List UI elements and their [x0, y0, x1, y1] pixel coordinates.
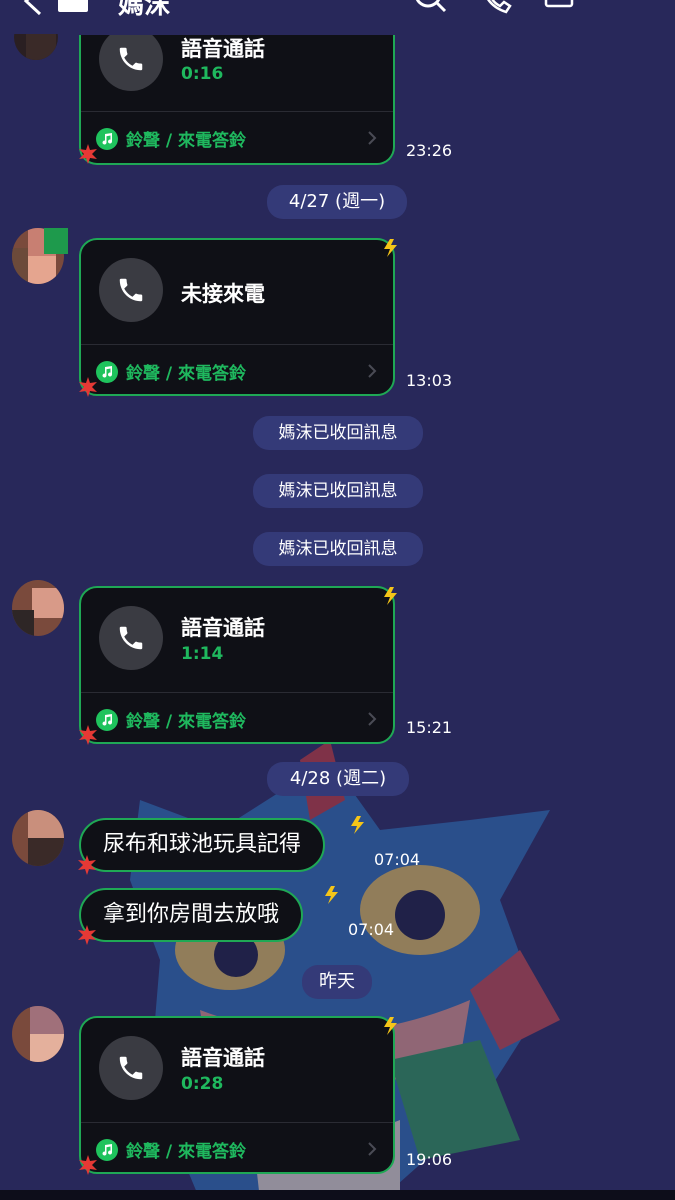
system-notice: 媽沫已收回訊息 [253, 416, 423, 450]
voice-call-card[interactable]: 語音通話 1:14 鈴聲 / 來電答鈴 [79, 586, 397, 745]
contact-avatar[interactable] [12, 810, 64, 866]
music-note-icon [102, 132, 113, 145]
chevron-right-icon [368, 712, 377, 726]
music-note-icon [102, 713, 113, 726]
call-duration: 0:28 [181, 1074, 224, 1094]
contact-avatar[interactable] [12, 1006, 64, 1062]
ringtone-link[interactable]: 鈴聲 / 來電答鈴 [96, 1137, 246, 1162]
call-duration: 1:14 [181, 644, 224, 664]
contact-avatar-icon[interactable] [56, 0, 90, 16]
chat-title[interactable]: 媽沫 [118, 0, 170, 21]
phone-icon [119, 278, 143, 302]
sticker-badge-icon [78, 925, 96, 945]
menu-icon[interactable] [608, 0, 638, 16]
message-time: 19:06 [406, 1150, 453, 1169]
lightning-icon [384, 1017, 397, 1035]
missed-call-card[interactable]: 未接來電 鈴聲 / 來電答鈴 [79, 238, 397, 397]
back-arrow-icon[interactable] [20, 0, 46, 16]
date-separator: 昨天 [302, 965, 372, 999]
system-notice: 媽沫已收回訊息 [253, 532, 423, 566]
call-duration: 0:16 [181, 64, 224, 84]
sticker-badge-icon [79, 144, 97, 164]
call-title: 語音通話 [181, 616, 265, 640]
sticker-badge-icon [79, 377, 97, 397]
voice-call-card[interactable]: 語音通話 0:28 鈴聲 / 來電答鈴 [79, 1016, 397, 1175]
chat-header: 媽沫 [0, 0, 675, 34]
bottom-bar [0, 1190, 675, 1200]
contact-avatar[interactable] [12, 580, 64, 636]
call-icon-circle [99, 35, 163, 91]
sticker-badge-icon [79, 1155, 97, 1175]
lightning-icon [351, 816, 364, 834]
date-separator: 4/28 (週二) [267, 762, 409, 796]
ringtone-link[interactable]: 鈴聲 / 來電答鈴 [96, 126, 246, 151]
music-note-icon [102, 365, 113, 378]
date-separator: 4/27 (週一) [267, 185, 407, 219]
message-time: 15:21 [406, 718, 453, 737]
chevron-right-icon [368, 364, 377, 378]
call-title: 語音通話 [181, 37, 265, 61]
card-divider [81, 344, 393, 345]
call-title: 語音通話 [181, 1046, 265, 1070]
lightning-icon [325, 886, 338, 904]
ringtone-link[interactable]: 鈴聲 / 來電答鈴 [96, 359, 246, 384]
calendar-icon[interactable] [544, 0, 576, 16]
card-divider [81, 692, 393, 693]
phone-icon [119, 626, 143, 650]
message-time: 07:04 [348, 920, 395, 939]
ringtone-label: 鈴聲 / 來電答鈴 [126, 1142, 247, 1162]
call-title: 未接來電 [181, 282, 265, 306]
call-icon-circle [99, 258, 163, 322]
card-divider [81, 1122, 393, 1123]
ringtone-label: 鈴聲 / 來電答鈴 [126, 712, 247, 732]
sticker-badge-icon [79, 725, 97, 745]
ringtone-label: 鈴聲 / 來電答鈴 [126, 364, 247, 384]
phone-icon [119, 47, 143, 71]
text-message[interactable]: 拿到你房間去放哦 [79, 888, 304, 942]
message-time: 07:04 [374, 850, 421, 869]
ringtone-label: 鈴聲 / 來電答鈴 [126, 131, 247, 151]
message-time: 13:03 [406, 371, 453, 390]
call-icon-circle [99, 1036, 163, 1100]
avatar-decoration [44, 228, 68, 254]
music-note-icon [102, 1143, 113, 1156]
card-divider [81, 111, 393, 112]
search-icon[interactable] [412, 0, 448, 16]
lightning-icon [384, 587, 397, 605]
phone-call-icon[interactable] [480, 0, 516, 16]
text-message[interactable]: 尿布和球池玩具記得 [79, 818, 326, 872]
message-time: 23:26 [406, 141, 453, 160]
chevron-right-icon [368, 131, 377, 145]
call-icon-circle [99, 606, 163, 670]
phone-icon [119, 1056, 143, 1080]
ringtone-link[interactable]: 鈴聲 / 來電答鈴 [96, 707, 246, 732]
voice-call-card[interactable]: 語音通話 0:16 鈴聲 / 來電答鈴 [79, 35, 395, 165]
system-notice: 媽沫已收回訊息 [253, 474, 423, 508]
chevron-right-icon [368, 1142, 377, 1156]
sticker-badge-icon [78, 855, 96, 875]
lightning-icon [384, 239, 397, 257]
